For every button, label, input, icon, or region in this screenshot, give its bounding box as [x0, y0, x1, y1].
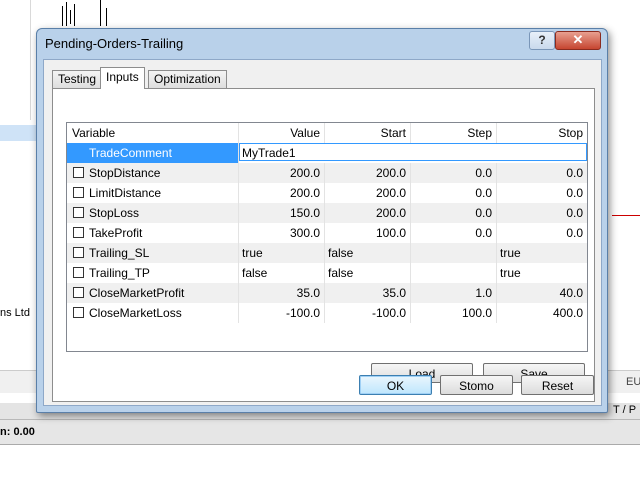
- company-label: ns Ltd: [0, 307, 30, 319]
- symbol-price-list: 32062 35686 72243 72308 61855 08328: [0, 0, 520, 120]
- variable-name: StopLoss: [67, 203, 239, 223]
- inputs-grid: Variable Value Start Step Stop TradeComm…: [66, 122, 588, 326]
- value-edit-field[interactable]: MyTrade1: [239, 143, 587, 161]
- start-cell[interactable]: 200.0: [325, 183, 411, 203]
- start-cell[interactable]: -100.0: [325, 303, 411, 323]
- variable-name: CloseMarketProfit: [67, 283, 239, 303]
- stop-cell[interactable]: 0.0: [497, 203, 587, 223]
- terminal-status-bar: n: 0.00: [0, 420, 640, 445]
- start-cell[interactable]: false: [325, 263, 411, 283]
- table-row[interactable]: TakeProfit 300.0 100.0 0.0 0.0: [67, 223, 587, 243]
- variable-name: Trailing_TP: [67, 263, 239, 283]
- table-row[interactable]: StopDistance 200.0 200.0 0.0 0.0: [67, 163, 587, 183]
- dialog-titlebar[interactable]: Pending-Orders-Trailing ? ✕: [37, 29, 607, 57]
- inputs-panel: Variable Value Start Step Stop TradeComm…: [52, 88, 595, 402]
- tp-column-header[interactable]: T / P: [613, 404, 636, 416]
- help-button[interactable]: ?: [529, 31, 555, 50]
- start-cell[interactable]: 35.0: [325, 283, 411, 303]
- price-level-line: [612, 215, 640, 216]
- column-header-start[interactable]: Start: [325, 123, 411, 143]
- expert-properties-dialog: Pending-Orders-Trailing ? ✕ Testing Inpu…: [36, 28, 608, 413]
- step-cell[interactable]: 0.0: [411, 183, 497, 203]
- table-row[interactable]: CloseMarketLoss -100.0 -100.0 100.0 400.…: [67, 303, 587, 323]
- step-cell[interactable]: 0.0: [411, 223, 497, 243]
- dialog-body: Testing Inputs Optimization Variable Val…: [43, 59, 602, 406]
- step-cell[interactable]: [411, 243, 497, 263]
- close-button[interactable]: ✕: [555, 31, 601, 50]
- start-cell[interactable]: 200.0: [325, 163, 411, 183]
- variable-name: LimitDistance: [67, 183, 239, 203]
- variable-name: StopDistance: [67, 163, 239, 183]
- column-header-step[interactable]: Step: [411, 123, 497, 143]
- start-cell[interactable]: false: [325, 243, 411, 263]
- ok-button[interactable]: OK: [359, 375, 432, 395]
- stop-cell[interactable]: 0.0: [497, 163, 587, 183]
- step-cell[interactable]: [411, 263, 497, 283]
- variable-name: CloseMarketLoss: [67, 303, 239, 323]
- inputs-grid-empty-area: [66, 325, 588, 352]
- variable-name: Trailing_SL: [67, 243, 239, 263]
- column-header-variable[interactable]: Variable: [67, 123, 239, 143]
- tab-inputs[interactable]: Inputs: [100, 67, 145, 89]
- value-cell[interactable]: true: [239, 243, 325, 263]
- table-row[interactable]: Trailing_SL true false true: [67, 243, 587, 263]
- tab-optimization[interactable]: Optimization: [148, 70, 227, 88]
- chart-right-area: [606, 110, 640, 370]
- stop-cell[interactable]: 40.0: [497, 283, 587, 303]
- selected-row-highlight: [0, 125, 38, 141]
- stop-cell[interactable]: true: [497, 263, 587, 283]
- value-cell[interactable]: 200.0: [239, 163, 325, 183]
- value-cell[interactable]: false: [239, 263, 325, 283]
- step-cell[interactable]: 1.0: [411, 283, 497, 303]
- value-cell[interactable]: 300.0: [239, 223, 325, 243]
- step-cell[interactable]: 0.0: [411, 163, 497, 183]
- table-row[interactable]: CloseMarketProfit 35.0 35.0 1.0 40.0: [67, 283, 587, 303]
- variable-name: TradeComment: [67, 143, 239, 163]
- stop-cell[interactable]: 400.0: [497, 303, 587, 323]
- start-cell[interactable]: 200.0: [325, 203, 411, 223]
- stop-cell[interactable]: 0.0: [497, 183, 587, 203]
- table-row[interactable]: Trailing_TP false false true: [67, 263, 587, 283]
- step-cell[interactable]: 0.0: [411, 203, 497, 223]
- table-row[interactable]: LimitDistance 200.0 200.0 0.0 0.0: [67, 183, 587, 203]
- dialog-title: Pending-Orders-Trailing: [45, 36, 184, 51]
- variable-name: TakeProfit: [67, 223, 239, 243]
- stop-cell[interactable]: true: [497, 243, 587, 263]
- value-cell[interactable]: 200.0: [239, 183, 325, 203]
- start-cell[interactable]: 100.0: [325, 223, 411, 243]
- stop-cell[interactable]: 0.0: [497, 223, 587, 243]
- status-text: n: 0.00: [0, 426, 35, 438]
- column-header-stop[interactable]: Stop: [497, 123, 587, 143]
- price-chart: [40, 0, 640, 30]
- reset-button[interactable]: Reset: [521, 375, 594, 395]
- cancel-button[interactable]: Stomo: [440, 375, 513, 395]
- symbol-tab[interactable]: EU: [626, 376, 640, 388]
- grid-header: Variable Value Start Step Stop: [67, 123, 587, 144]
- step-cell[interactable]: 100.0: [411, 303, 497, 323]
- tab-testing[interactable]: Testing: [52, 70, 103, 88]
- table-row[interactable]: TradeComment MyTrade1: [67, 143, 587, 163]
- value-cell[interactable]: 35.0: [239, 283, 325, 303]
- value-cell[interactable]: -100.0: [239, 303, 325, 323]
- value-cell[interactable]: 150.0: [239, 203, 325, 223]
- column-header-value[interactable]: Value: [239, 123, 325, 143]
- table-row[interactable]: StopLoss 150.0 200.0 0.0 0.0: [67, 203, 587, 223]
